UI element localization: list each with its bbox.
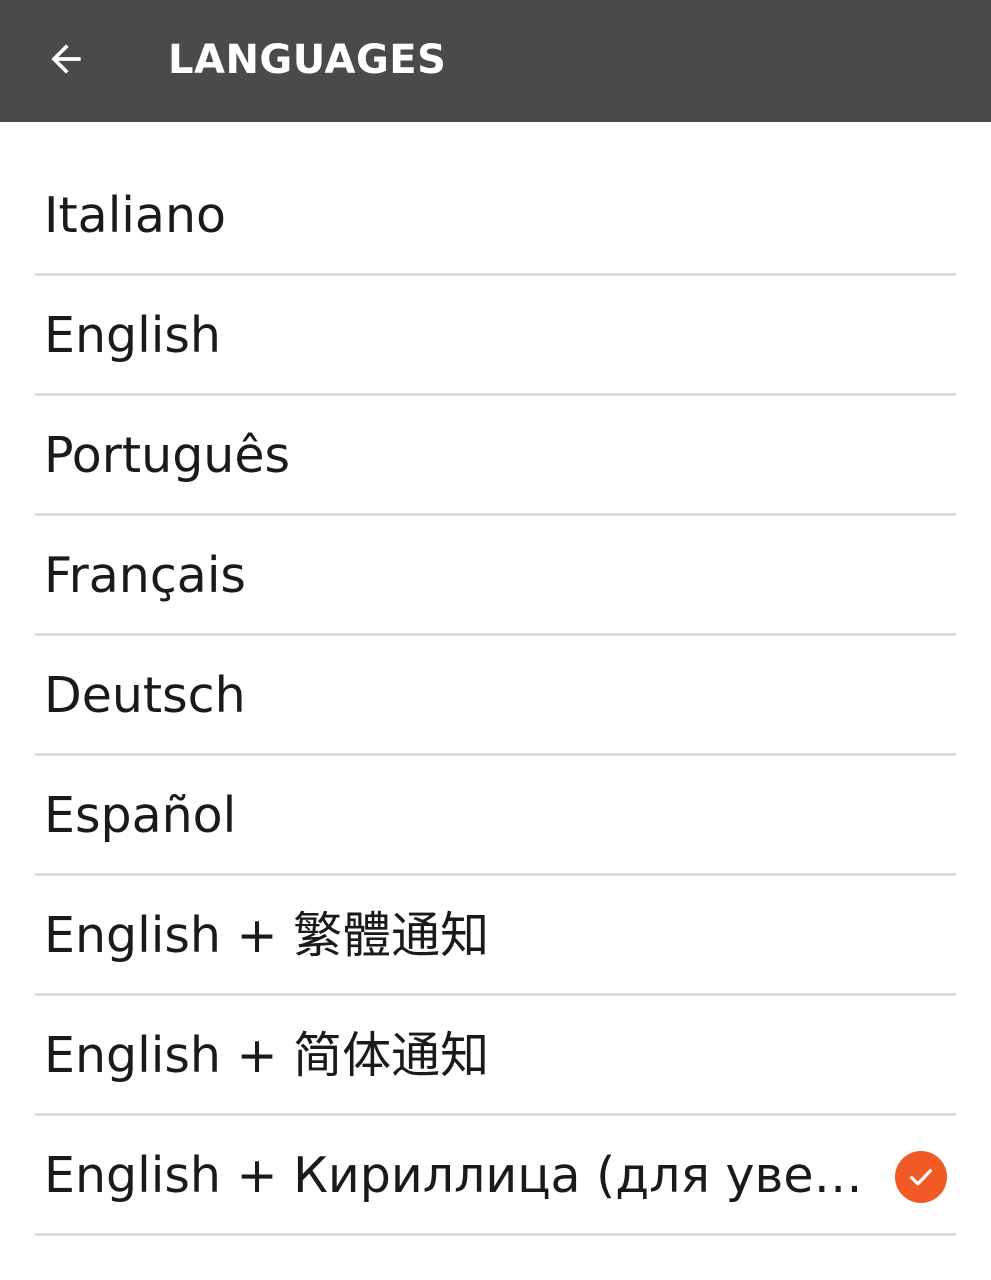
back-button[interactable] — [30, 26, 102, 92]
language-label: Français — [44, 547, 246, 604]
language-item-italiano[interactable]: Italiano — [0, 156, 991, 276]
language-item-portugues[interactable]: Português — [0, 396, 991, 516]
language-label: Español — [44, 787, 237, 844]
language-label: English + 简体通知 — [44, 1027, 490, 1084]
language-label: Português — [44, 427, 291, 484]
language-item-francais[interactable]: Français — [0, 516, 991, 636]
language-label: English + 繁體通知 — [44, 907, 490, 964]
language-item-deutsch[interactable]: Deutsch — [0, 636, 991, 756]
language-item-english[interactable]: English — [0, 276, 991, 396]
app-bar: LANGUAGES — [0, 0, 991, 122]
language-list: Italiano English Português Français Deut… — [0, 156, 991, 1236]
language-item-english-cyrillic[interactable]: English + Кириллица (для уведом… — [0, 1116, 991, 1236]
arrow-back-icon — [51, 44, 81, 74]
language-label: English + Кириллица (для уведом… — [44, 1147, 894, 1204]
language-item-espanol[interactable]: Español — [0, 756, 991, 876]
language-label: English — [44, 307, 221, 364]
language-item-english-simplified-chinese[interactable]: English + 简体通知 — [0, 996, 991, 1116]
language-item-english-traditional-chinese[interactable]: English + 繁體通知 — [0, 876, 991, 996]
checkmark-circle-icon — [895, 1151, 947, 1203]
page-title: LANGUAGES — [168, 37, 447, 83]
language-label: Deutsch — [44, 667, 246, 724]
language-label: Italiano — [44, 187, 226, 244]
